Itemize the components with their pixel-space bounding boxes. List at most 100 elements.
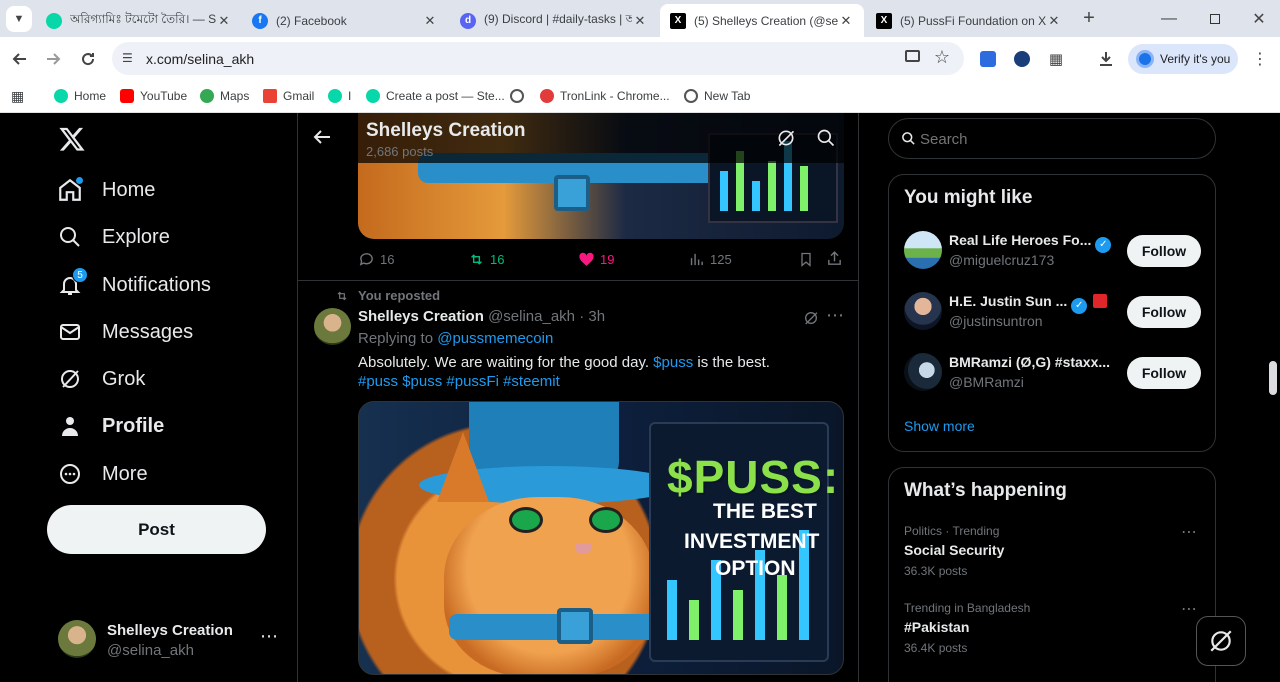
tab-origami[interactable]: অরিগ্যামিঃ টমেটো তৈরি। — S ✕ [36, 4, 242, 37]
tab-x-shelleys[interactable]: X (5) Shelleys Creation (@selin ✕ [660, 4, 864, 37]
nav-messages[interactable]: Messages [56, 312, 193, 352]
grok-floating-button[interactable] [1196, 616, 1246, 666]
new-tab-button[interactable]: + [1076, 5, 1102, 31]
tab-discord[interactable]: d (9) Discord | #daily-tasks | অ ✕ [450, 4, 658, 37]
bookmark-icon[interactable] [798, 251, 814, 271]
close-tab-icon[interactable]: ✕ [216, 13, 232, 29]
nav-home[interactable]: Home [56, 170, 155, 210]
affiliate-badge-icon [1093, 294, 1108, 308]
bookmark-tronlink[interactable]: TronLink - Chrome... [540, 87, 670, 105]
extension-globe-icon [1014, 51, 1030, 67]
search-box[interactable] [888, 118, 1216, 159]
account-handle: @selina_akh [107, 642, 194, 659]
show-more-link[interactable]: Show more [904, 418, 975, 434]
forward-button[interactable] [40, 46, 66, 72]
install-app-icon[interactable] [905, 50, 920, 62]
tweet-author-line: Shelleys Creation @selina_akh · 3h [358, 308, 605, 325]
trend-item[interactable]: Trending in Bangladesh #Pakistan 36.4K p… [889, 601, 1215, 657]
trend-posts: 36.4K posts [904, 641, 968, 655]
grok-icon[interactable] [776, 128, 796, 153]
grok-icon[interactable] [803, 310, 819, 331]
apps-button[interactable]: ▦ [11, 87, 24, 105]
search-icon[interactable] [816, 128, 836, 153]
trend-item[interactable]: Politics · Trending Social Security 36.3… [889, 524, 1215, 580]
account-switcher[interactable]: Shelleys Creation @selina_akh ⋯ [58, 618, 288, 660]
card-title: You might like [904, 187, 1033, 208]
close-window-button[interactable]: ✕ [1246, 6, 1272, 32]
suggested-user[interactable]: H.E. Justin Sun ... ✓ @justinsuntron Foll… [889, 288, 1215, 338]
repost-button[interactable]: 16 [468, 251, 504, 268]
search-input[interactable] [920, 129, 1200, 149]
close-tab-icon[interactable]: ✕ [1046, 13, 1062, 29]
cat-collar-buckle [557, 608, 593, 644]
suggested-user[interactable]: Real Life Heroes Fo... ✓ @miguelcruz173 F… [889, 227, 1215, 277]
hashtags[interactable]: #puss $puss #pussFi #steemit [358, 373, 560, 390]
nav-grok[interactable]: Grok [56, 359, 145, 399]
nav-notifications[interactable]: 5 Notifications [56, 265, 211, 305]
page-scrollbar[interactable] [1269, 361, 1277, 395]
post-count: 2,686 posts [366, 144, 434, 159]
tab-pussfi[interactable]: X (5) PussFi Foundation on X ✕ [866, 4, 1072, 37]
more-dots-icon[interactable]: ⋯ [1181, 599, 1197, 619]
replying-to-link[interactable]: @pussmemecoin [437, 330, 553, 347]
bookmark-home[interactable]: Home [54, 87, 106, 105]
youtube-icon [120, 89, 134, 103]
extensions-menu-button[interactable]: ▦ [1043, 46, 1069, 72]
steemit-icon [366, 89, 380, 103]
browser-menu-button[interactable]: ⋮ [1247, 46, 1273, 72]
more-dots-icon[interactable]: ⋯ [1181, 522, 1197, 542]
restore-button[interactable] [1202, 6, 1228, 32]
cat-ear-left [437, 432, 489, 502]
avatar[interactable] [314, 308, 351, 345]
reply-button[interactable]: 16 [358, 251, 394, 268]
downloads-button[interactable] [1093, 46, 1119, 72]
like-button[interactable]: 19 [578, 251, 614, 268]
tweet-image[interactable]: $PUSS: THE BEST INVESTMENT OPTION [358, 401, 844, 675]
bookmark-create-post[interactable]: Create a post — Ste... [366, 87, 505, 105]
share-icon[interactable] [826, 250, 843, 270]
close-tab-icon[interactable]: ✕ [422, 13, 438, 29]
more-dots-icon[interactable]: ⋯ [826, 305, 844, 326]
tweet-time[interactable]: · 3h [579, 308, 605, 325]
bookmark-youtube[interactable]: YouTube [120, 87, 187, 105]
follow-button[interactable]: Follow [1127, 357, 1201, 389]
verify-profile-button[interactable]: Verify it's you [1128, 44, 1238, 74]
nav-profile[interactable]: Profile [56, 406, 164, 446]
suggested-user[interactable]: BMRamzi (Ø,G) #staxx... @BMRamzi Follow [889, 349, 1215, 399]
tweet[interactable]: You reposted Shelleys Creation @selina_a… [298, 281, 858, 682]
trend-name: Social Security [904, 542, 1005, 558]
cat-face [444, 497, 654, 674]
reload-button[interactable] [75, 46, 101, 72]
nav-more[interactable]: More [56, 454, 148, 494]
tweet-text: Absolutely. We are waiting for the good … [358, 354, 770, 390]
minimize-button[interactable]: — [1156, 6, 1182, 32]
tab-search-button[interactable]: ▼ [6, 6, 32, 32]
views-button[interactable]: 125 [688, 251, 732, 268]
bookmark-maps[interactable]: Maps [200, 87, 249, 105]
download-icon [1100, 52, 1112, 66]
globe-icon [684, 89, 698, 103]
site-settings-icon[interactable]: ☰ [122, 51, 133, 65]
back-arrow-icon[interactable] [312, 127, 336, 151]
bookmark-globe[interactable] [510, 87, 530, 105]
bookmark-new-tab[interactable]: New Tab [684, 87, 750, 105]
follow-button[interactable]: Follow [1127, 235, 1201, 267]
bookmark-steemit[interactable]: I [328, 87, 351, 105]
close-tab-icon[interactable]: ✕ [838, 13, 854, 29]
close-tab-icon[interactable]: ✕ [632, 13, 648, 29]
extension-button[interactable] [1009, 46, 1035, 72]
extension-button[interactable] [975, 46, 1001, 72]
post-button[interactable]: Post [47, 505, 266, 554]
back-button[interactable] [7, 46, 33, 72]
bookmark-gmail[interactable]: Gmail [263, 87, 314, 105]
follow-button[interactable]: Follow [1127, 296, 1201, 328]
address-bar[interactable]: ☰ x.com/selina_akh ☆ [112, 42, 964, 75]
tab-facebook[interactable]: f (2) Facebook ✕ [242, 4, 448, 37]
author-handle[interactable]: @selina_akh [488, 308, 575, 325]
author-name[interactable]: Shelleys Creation [358, 308, 484, 325]
nav-explore[interactable]: Explore [56, 217, 170, 257]
bookmark-star-icon[interactable]: ☆ [934, 47, 950, 68]
image-headline: $PUSS: [667, 451, 840, 503]
x-logo-icon[interactable] [58, 125, 86, 153]
cashtag-link[interactable]: $puss [653, 354, 693, 371]
